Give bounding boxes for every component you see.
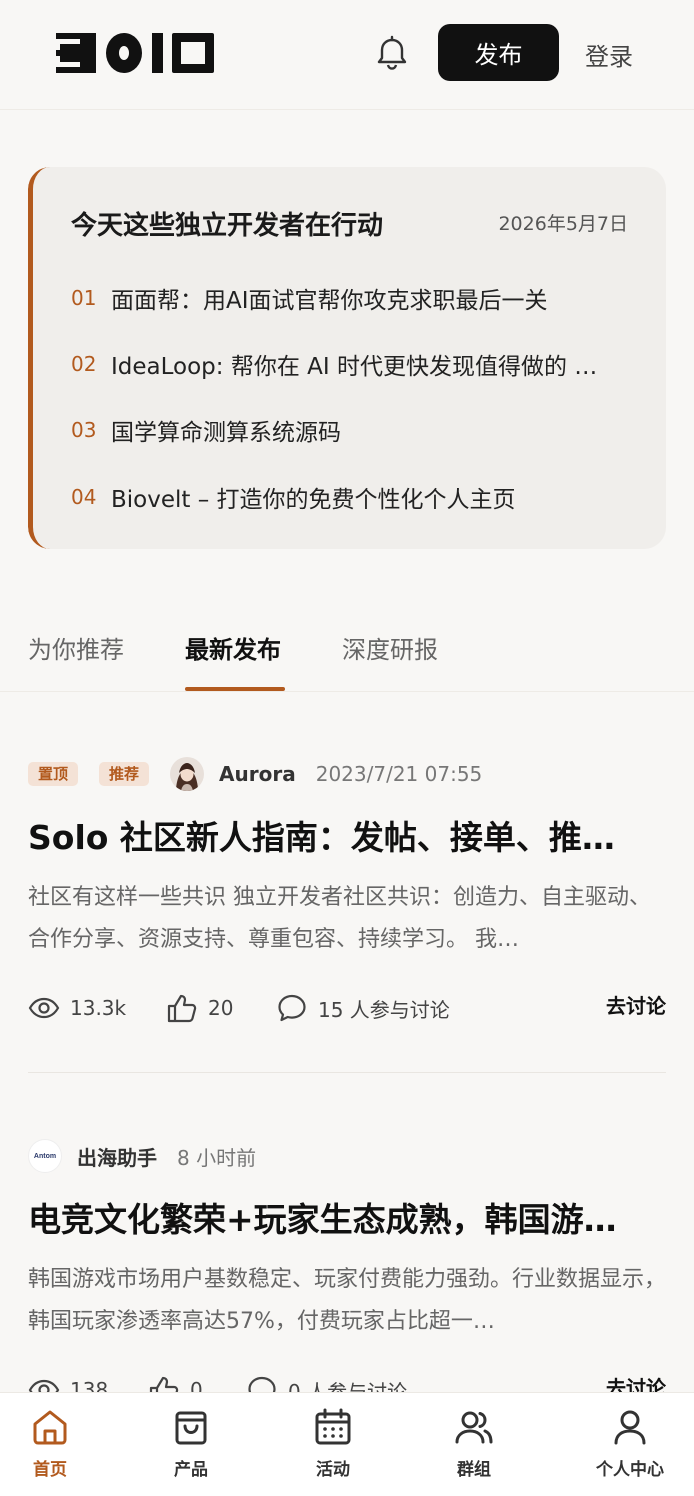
likes-stat[interactable]: 20 (166, 988, 233, 1028)
top-header: 发布 登录 (0, 0, 694, 110)
rank-title: Biovelt – 打造你的免费个性化个人主页 (111, 487, 516, 513)
solo-logo[interactable] (56, 31, 216, 75)
post-excerpt: 社区有这样一些共识 独立开发者社区共识：创造力、自主驱动、合作分享、资源支持、尊… (28, 885, 651, 952)
nav-groups-label: 群组 (457, 1460, 491, 1480)
go-discuss-link[interactable]: 去讨论 (606, 1372, 666, 1392)
card-date: 2026年5月7日 (498, 213, 628, 235)
post-meta: 置顶 推荐 Aurora 2023/7/21 07:55 (28, 754, 666, 794)
nav-home[interactable]: 首页 (0, 1407, 105, 1487)
rank-number: 04 (71, 485, 97, 509)
bell-icon[interactable] (372, 34, 412, 74)
go-discuss-link[interactable]: 去讨论 (606, 990, 666, 1019)
bag-icon (175, 1411, 207, 1445)
comments-stat[interactable]: 15 人参与讨论 (276, 988, 450, 1028)
post-title[interactable]: 电竞文化繁荣+玩家生态成熟，韩国游… (28, 1198, 666, 1242)
nav-home-label: 首页 (33, 1460, 67, 1480)
calendar-icon (315, 1408, 351, 1445)
post-time: 2023/7/21 07:55 (315, 762, 483, 786)
avatar[interactable] (170, 757, 205, 791)
post-meta: Antom 出海助手 8 小时前 (28, 1136, 666, 1176)
rank-item-1[interactable]: 01 面面帮：用AI面试官帮你攻克求职最后一关 (71, 278, 631, 318)
post-time: 8 小时前 (177, 1145, 257, 1170)
avatar[interactable]: Antom (28, 1139, 62, 1173)
rank-item-4[interactable]: 04 Biovelt – 打造你的免费个性化个人主页 (71, 477, 631, 517)
nav-events[interactable]: 活动 (278, 1407, 388, 1487)
views-stat: 13.3k (28, 988, 126, 1028)
likes-stat[interactable]: 0 (148, 1370, 203, 1392)
eye-icon (28, 997, 60, 1019)
author-name[interactable]: 出海助手 (77, 1142, 157, 1171)
rank-number: 02 (71, 352, 97, 376)
nav-events-label: 活动 (316, 1460, 350, 1480)
rank-item-2[interactable]: 02 IdeaLoop: 帮你在 AI 时代更快发现值得做的 … (71, 344, 631, 384)
nav-profile-label: 个人中心 (596, 1460, 664, 1480)
bottom-navigation: 首页 产品 活动 群组 个人中心 (0, 1392, 694, 1496)
daily-developers-card: 今天这些独立开发者在行动 2026年5月7日 01 面面帮：用AI面试官帮你攻克… (28, 167, 666, 549)
post-stats: 138 0 0 人参与讨论 去讨论 (28, 1370, 666, 1392)
post-card[interactable]: Antom 出海助手 8 小时前 电竞文化繁荣+玩家生态成熟，韩国游… 韩国游戏… (28, 1136, 666, 1392)
rank-number: 01 (71, 286, 97, 310)
nav-products-label: 产品 (174, 1460, 208, 1480)
home-icon (33, 1410, 67, 1445)
login-link[interactable]: 登录 (585, 34, 645, 74)
group-icon (455, 1411, 493, 1444)
nav-products[interactable]: 产品 (136, 1407, 246, 1487)
post-stats: 13.3k 20 15 人参与讨论 去讨论 (28, 988, 666, 1028)
likes-count: 0 (190, 1378, 203, 1392)
publish-button[interactable]: 发布 (438, 24, 559, 81)
tab-recommended[interactable]: 为你推荐 (28, 630, 124, 665)
rank-number: 03 (71, 418, 97, 442)
feed-tabs: 为你推荐 最新发布 深度研报 (0, 608, 694, 692)
post-card[interactable]: 置顶 推荐 Aurora 2023/7/21 07:55 Solo 社区新人指南… (28, 754, 666, 1044)
chat-bubble-icon (248, 1376, 276, 1392)
thumbs-up-icon (167, 994, 197, 1023)
nav-profile[interactable]: 个人中心 (575, 1407, 685, 1487)
tab-research[interactable]: 深度研报 (342, 630, 438, 665)
rank-title: 国学算命测算系统源码 (111, 420, 341, 446)
card-title: 今天这些独立开发者在行动 (71, 211, 384, 241)
recommended-badge: 推荐 (99, 762, 150, 786)
active-tab-indicator (185, 687, 285, 691)
author-name[interactable]: Aurora (219, 762, 296, 786)
comments-count: 0 人参与讨论 (288, 1379, 408, 1393)
comments-stat[interactable]: 0 人参与讨论 (246, 1370, 407, 1392)
rank-title: IdeaLoop: 帮你在 AI 时代更快发现值得做的 … (111, 354, 598, 380)
post-divider (28, 1072, 666, 1073)
rank-item-3[interactable]: 03 国学算命测算系统源码 (71, 410, 631, 450)
thumbs-up-icon (149, 1376, 179, 1392)
pinned-badge: 置顶 (28, 762, 79, 786)
tab-latest[interactable]: 最新发布 (185, 630, 281, 665)
post-excerpt: 韩国游戏市场用户基数稳定、玩家付费能力强劲。行业数据显示，韩国玩家渗透率高达57… (28, 1267, 666, 1334)
views-stat: 138 (28, 1370, 108, 1392)
rank-title: 面面帮：用AI面试官帮你攻克求职最后一关 (111, 288, 548, 314)
views-count: 138 (70, 1378, 109, 1392)
nav-groups[interactable]: 群组 (419, 1407, 529, 1487)
likes-count: 20 (208, 996, 234, 1020)
card-accent-bar (28, 167, 50, 549)
chat-bubble-icon (278, 994, 306, 1022)
post-title[interactable]: Solo 社区新人指南：发帖、接单、推… (28, 816, 666, 860)
comments-count: 15 人参与讨论 (318, 997, 450, 1022)
person-icon (614, 1410, 646, 1445)
avatar-logo-text: Antom (33, 1152, 57, 1160)
eye-icon (28, 1379, 60, 1392)
views-count: 13.3k (70, 996, 127, 1020)
